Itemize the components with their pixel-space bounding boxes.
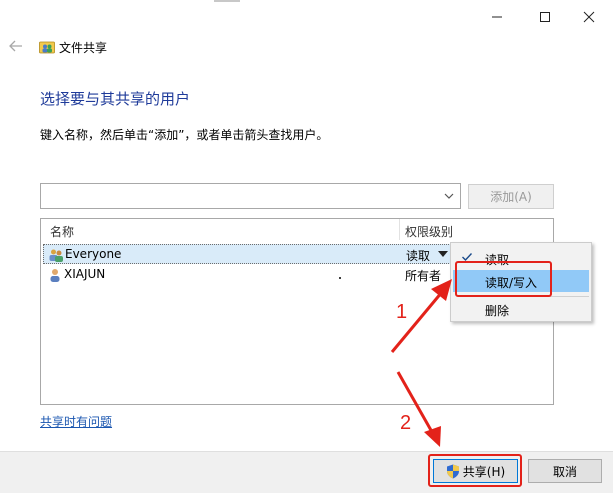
user-combobox[interactable] — [40, 183, 461, 209]
file-sharing-icon — [39, 41, 55, 54]
column-header-permission[interactable]: 权限级别 — [405, 223, 453, 240]
menu-item-label: 删除 — [485, 304, 510, 318]
permission-level: 所有者 — [405, 269, 442, 283]
caret-down-icon[interactable] — [438, 251, 448, 258]
title-bar-edge — [214, 0, 240, 2]
minimize-button[interactable] — [484, 6, 510, 28]
user-name: XIAJUN — [64, 267, 106, 281]
step-number-2: 2 — [400, 412, 412, 434]
highlight-box-share — [428, 454, 522, 487]
menu-item-remove[interactable]: 删除 — [453, 298, 589, 320]
chevron-down-icon[interactable] — [442, 188, 456, 204]
add-button[interactable]: 添加(A) — [468, 184, 554, 209]
user-name: Everyone — [65, 247, 122, 261]
user-input[interactable] — [43, 186, 438, 206]
window-title: 文件共享 — [59, 41, 108, 55]
maximize-button[interactable] — [532, 6, 558, 28]
step-number-1: 1 — [396, 301, 408, 323]
back-button[interactable] — [8, 38, 26, 56]
sharing-help-link[interactable]: 共享时有问题 — [40, 413, 112, 430]
group-icon — [49, 249, 63, 262]
maximize-icon — [540, 12, 550, 22]
minimize-icon — [492, 16, 502, 18]
user-icon — [50, 269, 60, 282]
column-header-name[interactable]: 名称 — [50, 223, 74, 240]
close-icon — [583, 11, 595, 23]
cursor-dot — [339, 277, 341, 279]
column-separator — [399, 219, 400, 240]
page-title: 选择要与其共享的用户 — [40, 90, 191, 108]
instruction-text: 键入名称，然后单击“添加”，或者单击箭头查找用户。 — [40, 128, 329, 142]
permission-level[interactable]: 读取 — [406, 247, 430, 264]
highlight-box-read-write — [455, 261, 552, 297]
back-arrow-icon — [9, 40, 22, 52]
cancel-button[interactable]: 取消 — [528, 459, 602, 483]
close-button[interactable] — [576, 6, 602, 28]
